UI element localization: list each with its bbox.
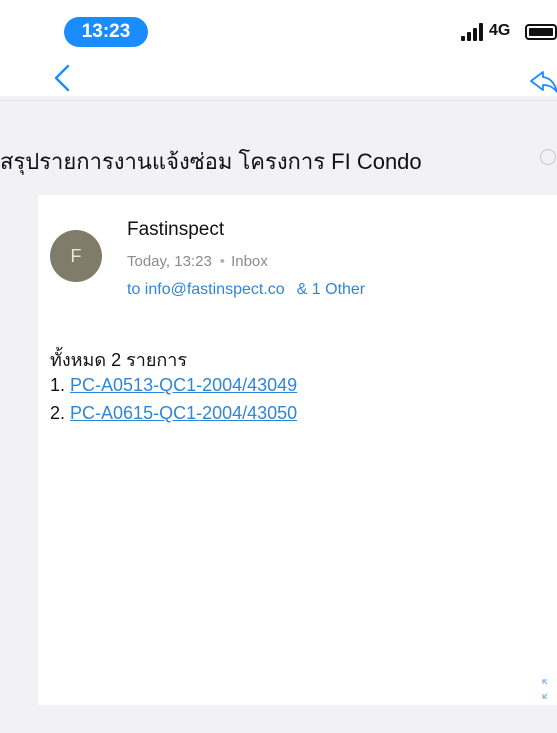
battery-icon [525, 24, 557, 40]
body-heading: ทั้งหมด 2 รายการ [50, 350, 188, 370]
mail-screen: 13:23 4G สรุปรายการงานแจ้งซ่อม โครงการ F… [0, 0, 557, 733]
email-meta: Today, 13:23 • Inbox [127, 253, 268, 270]
subject-bar: สรุปรายการงานแจ้งซ่อม โครงการ FI Condo [0, 100, 557, 196]
list-item-number: 1. [50, 375, 66, 395]
nav-bar [0, 60, 557, 96]
avatar[interactable]: F [50, 230, 102, 282]
reply-button[interactable] [527, 66, 557, 96]
bottom-strip [0, 705, 557, 733]
signal-icon [461, 23, 487, 41]
recipient-address[interactable]: to info@fastinspect.co [127, 281, 285, 298]
report-link[interactable]: PC-A0513-QC1-2004/43049 [70, 375, 297, 395]
status-time[interactable]: 13:23 [64, 17, 148, 47]
list-item-number: 2. [50, 403, 66, 423]
network-label: 4G [489, 22, 511, 39]
email-folder[interactable]: Inbox [231, 253, 268, 270]
report-link[interactable]: PC-A0615-QC1-2004/43050 [70, 403, 297, 423]
expand-icon[interactable] [541, 678, 557, 700]
chevron-left-icon [54, 64, 70, 92]
list-item: 1. PC-A0513-QC1-2004/43049 [50, 375, 297, 396]
back-button[interactable] [50, 60, 80, 96]
reply-icon [530, 71, 557, 93]
flag-circle-icon[interactable] [540, 149, 556, 165]
recipient-others[interactable]: & 1 Other [297, 281, 365, 298]
email-card: F Fastinspect Today, 13:23 • Inbox to info… [38, 195, 557, 705]
email-subject: สรุปรายการงานแจ้งซ่อม โครงการ FI Condo [0, 149, 422, 174]
sender-name[interactable]: Fastinspect [127, 219, 224, 241]
meta-separator: • [219, 253, 226, 270]
list-item: 2. PC-A0615-QC1-2004/43050 [50, 403, 297, 424]
status-bar: 13:23 4G [0, 0, 557, 60]
recipient-line[interactable]: to info@fastinspect.co & 1 Other [127, 281, 365, 299]
email-date: Today, 13:23 [127, 253, 212, 270]
